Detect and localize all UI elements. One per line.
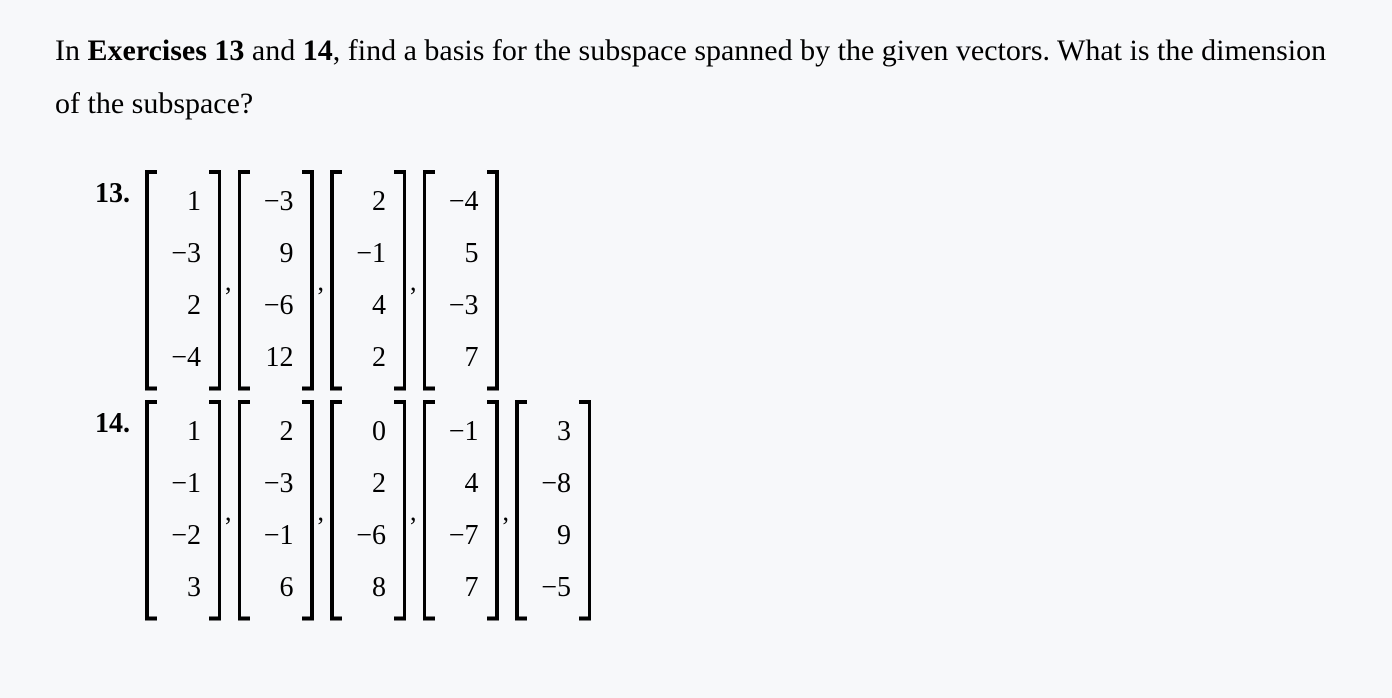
bracket-right-icon [579,400,591,620]
bracket-left-icon [423,170,435,390]
vector-entry: −3 [252,176,300,228]
vector-entry: 4 [437,458,485,510]
bracket-left-icon [238,400,250,620]
vector-entry: −1 [159,458,207,510]
comma-separator: , [499,497,516,527]
bracket-right-icon [394,400,406,620]
vector-entry: 0 [344,406,392,458]
vector-entry: 2 [344,332,392,384]
intro-bold2: 14 [303,34,333,67]
problem-number: 14. [95,400,145,440]
problem: 14.1−1−23,2−3−16,02−68,−14−77,3−89−5 [95,400,1337,620]
bracket-right-icon [209,170,221,390]
vector-column: 2−3−16 [250,400,302,620]
vector-entry: −1 [344,228,392,280]
bracket-left-icon [423,400,435,620]
vector: −45−37 [423,170,499,390]
comma-separator: , [221,497,238,527]
problem-number: 13. [95,170,145,210]
comma-separator: , [314,267,331,297]
vector-entry: −4 [437,176,485,228]
vector-column: 1−32−4 [157,170,209,390]
intro-prefix: In [55,34,88,67]
vector-entry: 9 [529,510,577,562]
vector-entry: 12 [252,332,300,384]
bracket-left-icon [238,170,250,390]
vectors: 1−1−23,2−3−16,02−68,−14−77,3−89−5 [145,400,591,620]
vector-column: −45−37 [435,170,487,390]
bracket-right-icon [394,170,406,390]
bracket-right-icon [302,400,314,620]
vector: 3−89−5 [515,400,591,620]
vector-entry: −2 [159,510,207,562]
bracket-left-icon [330,400,342,620]
vector: 2−3−16 [238,400,314,620]
vector-entry: 1 [159,176,207,228]
vector-entry: 9 [252,228,300,280]
vector-column: 3−89−5 [527,400,579,620]
vector-entry: −7 [437,510,485,562]
vector-entry: −3 [437,280,485,332]
intro-bold1: Exercises 13 [88,34,245,67]
vector-entry: 2 [344,458,392,510]
vector-entry: 2 [252,406,300,458]
vectors: 1−32−4,−39−612,2−142,−45−37 [145,170,499,390]
bracket-left-icon [145,400,157,620]
problems-list: 13.1−32−4,−39−612,2−142,−45−3714.1−1−23,… [55,170,1337,620]
vector: −39−612 [238,170,314,390]
vector-entry: −1 [437,406,485,458]
vector-entry: 2 [344,176,392,228]
vector: 1−32−4 [145,170,221,390]
vector-entry: 3 [159,562,207,614]
problem: 13.1−32−4,−39−612,2−142,−45−37 [95,170,1337,390]
bracket-left-icon [145,170,157,390]
bracket-left-icon [515,400,527,620]
vector-column: 2−142 [342,170,394,390]
bracket-right-icon [209,400,221,620]
vector-entry: −1 [252,510,300,562]
vector-entry: 4 [344,280,392,332]
vector-column: −39−612 [250,170,302,390]
comma-separator: , [406,267,423,297]
vector-entry: −8 [529,458,577,510]
vector-entry: 7 [437,562,485,614]
vector-column: −14−77 [435,400,487,620]
vector-column: 1−1−23 [157,400,209,620]
vector-entry: −3 [252,458,300,510]
vector-entry: 1 [159,406,207,458]
vector-column: 02−68 [342,400,394,620]
bracket-right-icon [487,170,499,390]
bracket-left-icon [330,170,342,390]
comma-separator: , [406,497,423,527]
vector-entry: −4 [159,332,207,384]
instructions: In Exercises 13 and 14, find a basis for… [55,25,1337,130]
vector-entry: 5 [437,228,485,280]
vector-entry: −5 [529,562,577,614]
vector-entry: −6 [344,510,392,562]
vector: 2−142 [330,170,406,390]
vector-entry: 8 [344,562,392,614]
vector: 1−1−23 [145,400,221,620]
vector-entry: 7 [437,332,485,384]
bracket-right-icon [302,170,314,390]
vector-entry: −6 [252,280,300,332]
vector-entry: −3 [159,228,207,280]
comma-separator: , [221,267,238,297]
vector-entry: 3 [529,406,577,458]
vector-entry: 2 [159,280,207,332]
intro-mid: and [244,34,302,67]
vector: 02−68 [330,400,406,620]
vector: −14−77 [423,400,499,620]
comma-separator: , [314,497,331,527]
bracket-right-icon [487,400,499,620]
vector-entry: 6 [252,562,300,614]
